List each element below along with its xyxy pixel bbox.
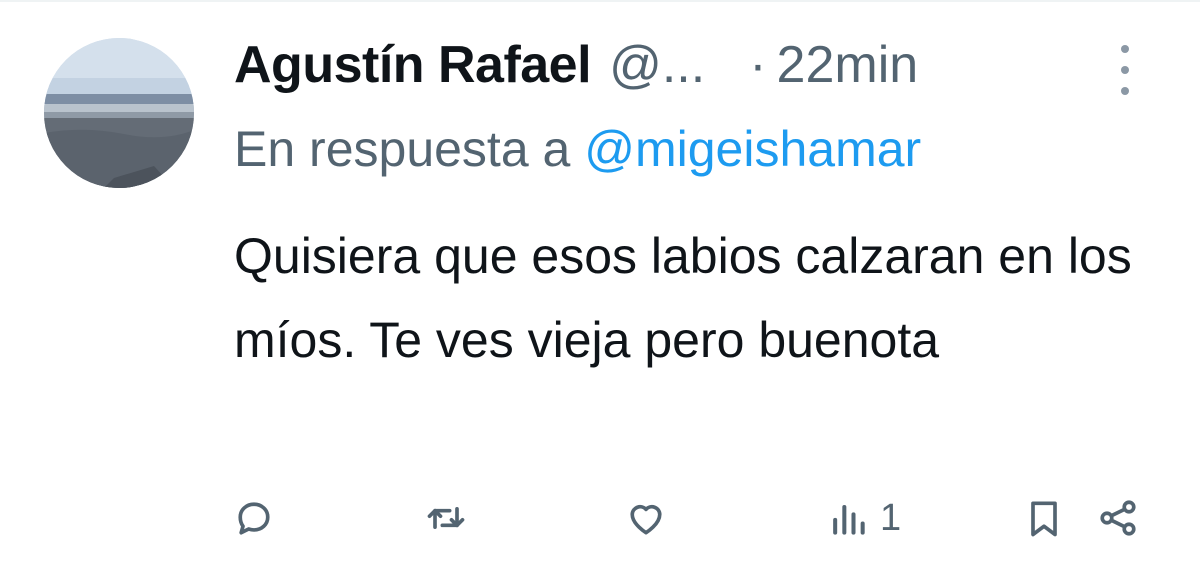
views-button[interactable]: 1 (826, 496, 901, 540)
reply-context: En respuesta a @migeishamar (234, 120, 921, 178)
like-button[interactable] (624, 496, 668, 540)
views-count: 1 (880, 496, 902, 539)
tweet-timestamp[interactable]: 22min (777, 35, 919, 95)
more-options-icon[interactable] (1110, 42, 1140, 98)
reply-mention-link[interactable]: @migeishamar (584, 121, 921, 177)
tweet-header: Agustín Rafael @... · 22min (234, 30, 918, 100)
bookmark-icon (1031, 501, 1057, 537)
retweet-icon (427, 507, 465, 529)
header-separator: · (749, 36, 767, 94)
author-display-name[interactable]: Agustín Rafael (234, 35, 592, 95)
share-icon (1100, 500, 1136, 536)
tweet-text: Quisiera que esos labios calzaran en los… (234, 228, 1132, 368)
heart-icon (630, 504, 662, 535)
share-button[interactable] (1096, 496, 1140, 540)
reply-bubble-icon (238, 502, 270, 535)
top-divider (0, 0, 1200, 2)
reply-prefix: En respuesta a (234, 121, 571, 177)
retweet-button[interactable] (424, 496, 468, 540)
avatar-beach-photo (44, 38, 194, 188)
author-handle[interactable]: @... (609, 35, 705, 95)
bookmark-button[interactable] (1022, 496, 1066, 540)
avatar[interactable] (44, 38, 194, 188)
reply-button[interactable] (232, 496, 276, 540)
views-bar-chart-icon (833, 504, 865, 535)
